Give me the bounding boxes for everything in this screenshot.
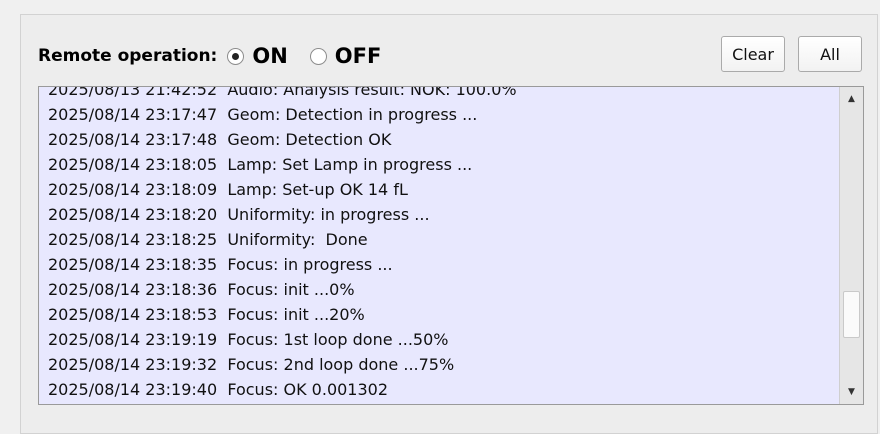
remote-operation-label: Remote operation: <box>38 46 218 66</box>
log-line: 2025/08/14 23:17:47 Geom: Detection in p… <box>48 105 478 124</box>
log-line: 2025/08/13 21:42:52 Audio: Analysis resu… <box>48 86 517 99</box>
on-radio[interactable] <box>227 47 245 65</box>
log-line: 2025/08/14 23:18:36 Focus: init ...0% <box>48 280 355 299</box>
log-line: 2025/08/14 23:18:35 Focus: in progress .… <box>48 255 393 274</box>
on-label[interactable]: ON <box>252 44 287 68</box>
scroll-down-arrow-icon[interactable]: ▼ <box>840 382 863 402</box>
off-label[interactable]: OFF <box>335 44 382 68</box>
scrollbar-thumb[interactable] <box>843 291 860 338</box>
log-line: 2025/08/14 23:17:48 Geom: Detection OK <box>48 130 392 149</box>
log-line: 2025/08/14 23:18:53 Focus: init ...20% <box>48 305 365 324</box>
log-line: 2025/08/14 23:18:09 Lamp: Set-up OK 14 f… <box>48 180 408 199</box>
log-line: 2025/08/14 23:18:05 Lamp: Set Lamp in pr… <box>48 155 473 174</box>
log-line: 2025/08/14 23:18:20 Uniformity: in progr… <box>48 205 430 224</box>
log-line: 2025/08/14 23:19:40 Focus: OK 0.001302 <box>48 380 389 399</box>
off-radio[interactable] <box>309 47 327 65</box>
vertical-scrollbar[interactable]: ▲ ▼ <box>839 87 863 404</box>
log-line: 2025/08/14 23:19:19 Focus: 1st loop done… <box>48 330 449 349</box>
log-list[interactable]: 2025/08/13 21:42:52 Audio: Analysis resu… <box>38 86 864 405</box>
remote-operation-bar: Remote operation: ON OFF <box>38 36 403 76</box>
scroll-up-arrow-icon[interactable]: ▲ <box>840 89 863 109</box>
log-line: 2025/08/14 23:19:32 Focus: 2nd loop done… <box>48 355 455 374</box>
log-line: 2025/08/14 23:18:25 Uniformity: Done <box>48 230 368 249</box>
all-button[interactable]: All <box>798 36 862 72</box>
log-lines: 2025/08/13 21:42:52 Audio: Analysis resu… <box>48 86 837 402</box>
clear-button[interactable]: Clear <box>721 36 785 72</box>
